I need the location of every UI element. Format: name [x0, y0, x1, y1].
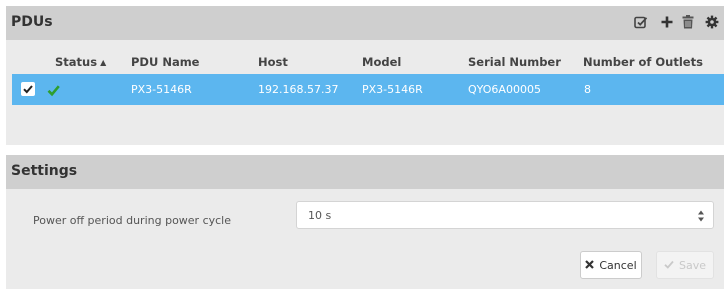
cancel-button[interactable]: Cancel [580, 251, 642, 279]
column-header-serial-number[interactable]: Serial Number [468, 55, 561, 69]
column-header-number-of-outlets[interactable]: Number of Outlets [583, 55, 703, 69]
cell-pdu-name: PX3-5146R [131, 83, 192, 96]
power-off-period-select[interactable]: 10 s [296, 201, 714, 229]
add-icon[interactable] [658, 13, 676, 31]
cancel-button-label: Cancel [599, 258, 637, 272]
cell-model: PX3-5146R [362, 83, 423, 96]
save-button-label: Save [678, 258, 706, 272]
pdus-panel-header: PDUs [6, 6, 724, 40]
save-button[interactable]: Save [656, 251, 714, 279]
up-down-arrows-icon [697, 208, 705, 227]
table-row[interactable]: PX3-5146R 192.168.57.37 PX3-5146R QYO6A0… [12, 74, 724, 105]
power-off-period-value: 10 s [308, 209, 332, 222]
cancel-x-icon [585, 259, 595, 272]
settings-panel-title: Settings [11, 163, 78, 179]
column-header-model[interactable]: Model [362, 55, 401, 69]
settings-gear-icon[interactable] [703, 13, 721, 31]
pdus-panel-title: PDUs [11, 14, 53, 30]
cell-host: 192.168.57.37 [258, 83, 339, 96]
status-ok-checkmark-icon [47, 82, 60, 101]
settings-panel-header: Settings [6, 155, 724, 189]
delete-icon[interactable] [679, 13, 697, 31]
column-header-status[interactable]: Status ▲ [55, 55, 106, 69]
pdus-panel: PDUs Status ▲ PDU Name Host Model Serial… [6, 6, 724, 145]
edit-icon[interactable] [632, 13, 650, 31]
row-select-checkbox[interactable] [21, 82, 35, 96]
column-header-host[interactable]: Host [258, 55, 288, 69]
cell-number-of-outlets: 8 [584, 83, 591, 96]
cell-serial-number: QYO6A00005 [468, 83, 541, 96]
settings-panel: Settings Power off period during power c… [6, 155, 724, 289]
save-check-icon [664, 259, 674, 272]
power-off-period-label: Power off period during power cycle [33, 214, 232, 227]
column-header-pdu-name[interactable]: PDU Name [131, 55, 199, 69]
sort-ascending-icon: ▲ [100, 58, 107, 67]
